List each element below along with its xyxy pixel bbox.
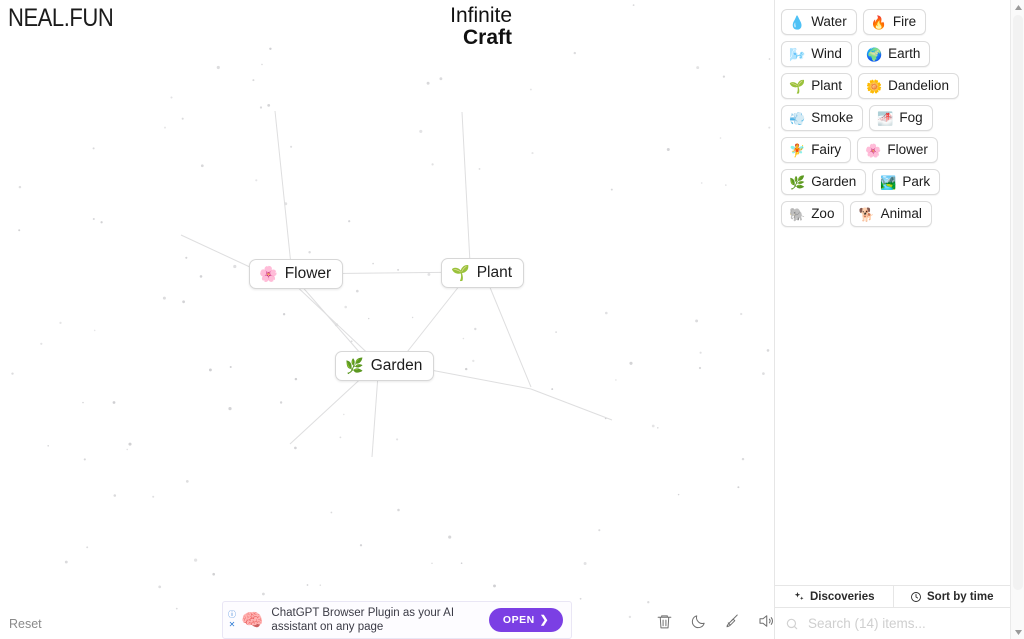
page-title-line2: Craft xyxy=(462,26,512,50)
element-chip[interactable]: 🔥 Fire xyxy=(862,9,927,35)
element-chip-list: 💧 Water 🔥 Fire 🌬️ Wind 🌍 Earth 🌱 Plant 🌼 Dandelion 💨… xyxy=(781,9,1002,227)
search-bar[interactable] xyxy=(775,608,1010,639)
element-chip[interactable]: 💨 Smoke xyxy=(781,105,864,131)
chevron-right-icon: ❯ xyxy=(539,614,549,626)
tab-sort-by-time[interactable]: Sort by time xyxy=(892,586,1010,607)
tool-bar xyxy=(653,610,777,632)
ad-banner[interactable]: ⓘ ✕ 🧠 ChatGPT Browser Plugin as your AI … xyxy=(222,601,572,639)
ad-controls: ⓘ ✕ xyxy=(223,602,239,638)
tab-sort-by-time-label: Sort by time xyxy=(927,590,994,603)
element-chip[interactable]: 🌼 Dandelion xyxy=(857,73,959,99)
broom-icon[interactable] xyxy=(721,610,743,632)
scroll-up-arrow[interactable] xyxy=(1011,0,1024,14)
element-chip[interactable]: 🐘 Zoo xyxy=(781,201,845,227)
element-emoji-icon: 🐕 xyxy=(858,206,875,222)
node-emoji-icon: 🌸 xyxy=(259,265,278,283)
neal-fun-logo[interactable]: NEAL.FUN xyxy=(8,4,114,33)
element-emoji-icon: 🐘 xyxy=(789,206,806,222)
element-label: Park xyxy=(902,174,931,189)
element-label: Wind xyxy=(811,46,842,61)
element-label: Fog xyxy=(899,110,923,125)
canvas-node[interactable]: 🌿 Garden xyxy=(335,351,435,381)
sidebar: 💧 Water 🔥 Fire 🌬️ Wind 🌍 Earth 🌱 Plant 🌼 Dandelion 💨… xyxy=(774,0,1024,639)
connection-lines xyxy=(180,110,613,458)
search-input[interactable] xyxy=(806,615,1000,632)
element-chip[interactable]: 🏞️ Park xyxy=(872,169,941,195)
element-label: Animal xyxy=(880,206,922,221)
element-chip[interactable]: 🌸 Flower xyxy=(857,137,938,163)
page-scrollbar[interactable] xyxy=(1010,0,1024,639)
search-icon xyxy=(786,618,798,629)
ad-brain-icon: 🧠 xyxy=(241,610,264,630)
ad-open-button[interactable]: OPEN ❯ xyxy=(488,608,563,632)
element-label: Garden xyxy=(811,174,857,189)
sidebar-tabs: Discoveries Sort by time xyxy=(775,585,1010,608)
element-label: Smoke xyxy=(811,110,854,125)
ad-open-label: OPEN xyxy=(502,614,535,626)
clock-icon xyxy=(911,591,921,602)
element-label: Fairy xyxy=(811,142,842,157)
page-title: Infinite Craft xyxy=(450,4,512,50)
element-label: Dandelion xyxy=(888,78,949,93)
element-label: Earth xyxy=(888,46,921,61)
element-chip[interactable]: 🐕 Animal xyxy=(850,201,932,227)
element-emoji-icon: 🌬️ xyxy=(789,46,806,62)
element-emoji-icon: 🏞️ xyxy=(880,174,897,190)
element-emoji-icon: 🌼 xyxy=(865,78,883,94)
trash-icon[interactable] xyxy=(653,610,675,632)
node-label: Flower xyxy=(284,265,332,282)
infinite-craft-app: NEAL.FUN Infinite Craft 🌸 Flower 🌱 Plant 🌿 Ga… xyxy=(0,0,1024,639)
element-chip[interactable]: 🌱 Plant xyxy=(781,73,852,99)
page-title-line1: Infinite xyxy=(450,4,512,27)
canvas-node[interactable]: 🌸 Flower xyxy=(249,259,344,289)
element-emoji-icon: 🌿 xyxy=(789,174,806,190)
element-chip[interactable]: 🌿 Garden xyxy=(781,169,867,195)
element-emoji-icon: 🌍 xyxy=(865,46,883,62)
element-emoji-icon: 🌸 xyxy=(865,142,882,158)
element-emoji-icon: 🧚 xyxy=(789,142,806,158)
ad-info-icon[interactable]: ⓘ xyxy=(228,611,236,619)
element-label: Plant xyxy=(811,78,842,93)
element-emoji-icon: 💨 xyxy=(789,110,806,126)
tab-discoveries-label: Discoveries xyxy=(809,590,875,603)
element-label: Zoo xyxy=(811,206,835,221)
element-label: Water xyxy=(811,14,847,29)
node-emoji-icon: 🌿 xyxy=(345,357,364,375)
sparkle-icon xyxy=(794,591,804,600)
element-label: Flower xyxy=(887,142,928,157)
element-emoji-icon: 🔥 xyxy=(870,14,887,30)
tab-discoveries[interactable]: Discoveries xyxy=(775,586,893,607)
element-chip[interactable]: 🌍 Earth xyxy=(857,41,931,67)
element-chip[interactable]: 🌁 Fog xyxy=(869,105,933,131)
element-inventory[interactable]: 💧 Water 🔥 Fire 🌬️ Wind 🌍 Earth 🌱 Plant 🌼 Dandelion 💨… xyxy=(775,0,1010,584)
element-label: Fire xyxy=(892,14,917,29)
element-chip[interactable]: 🌬️ Wind xyxy=(781,41,852,67)
element-chip[interactable]: 🧚 Fairy xyxy=(781,137,852,163)
element-chip[interactable]: 💧 Water xyxy=(781,9,857,35)
ad-text: ChatGPT Browser Plugin as your AI assist… xyxy=(271,606,455,633)
reset-button[interactable]: Reset xyxy=(9,617,42,631)
moon-icon[interactable] xyxy=(687,610,709,632)
element-emoji-icon: 🌁 xyxy=(877,110,894,126)
scroll-down-arrow[interactable] xyxy=(1011,625,1024,639)
ad-close-icon[interactable]: ✕ xyxy=(229,621,236,629)
element-emoji-icon: 🌱 xyxy=(789,78,806,94)
canvas-node[interactable]: 🌱 Plant xyxy=(441,258,525,288)
node-label: Garden xyxy=(370,357,423,374)
crafting-canvas[interactable]: NEAL.FUN Infinite Craft 🌸 Flower 🌱 Plant 🌿 Ga… xyxy=(0,0,774,639)
node-emoji-icon: 🌱 xyxy=(451,264,470,282)
node-label: Plant xyxy=(476,264,513,281)
element-emoji-icon: 💧 xyxy=(789,14,806,30)
scrollbar-thumb[interactable] xyxy=(1013,15,1023,590)
